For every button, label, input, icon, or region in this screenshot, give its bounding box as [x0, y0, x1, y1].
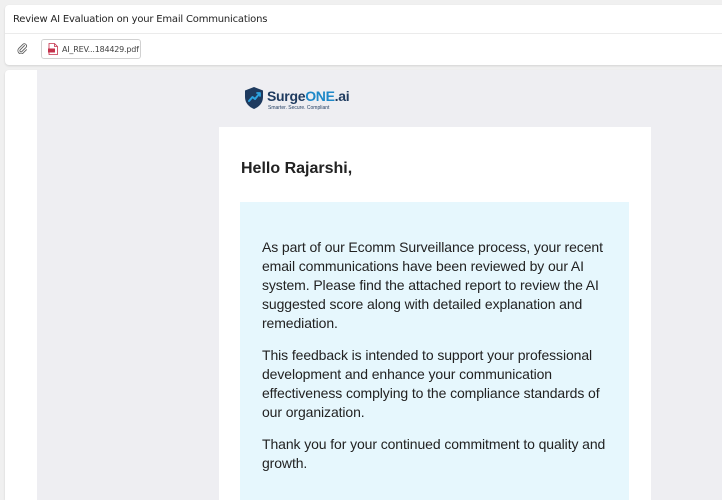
message-paragraph: This feedback is intended to support you…	[262, 347, 600, 420]
logo-text-surge: Surge	[267, 88, 306, 104]
greeting: Hello Rajarshi,	[241, 160, 353, 177]
attachment-chip[interactable]: AI_REV...184429.pdf	[41, 39, 141, 59]
email-subject: Review AI Evaluation on your Email Commu…	[13, 14, 268, 25]
message-box: As part of our Ecomm Surveillance proces…	[240, 202, 629, 500]
shield-logo-icon	[245, 87, 263, 109]
logo-text-one: ONE	[305, 88, 335, 104]
logo-tagline: Smarter. Secure. Compliant	[268, 105, 330, 111]
email-header: Review AI Evaluation on your Email Commu…	[5, 5, 722, 65]
pdf-file-icon	[48, 43, 58, 55]
message-panel: Hello Rajarshi, As part of our Ecomm Sur…	[219, 127, 651, 500]
logo-text-ai: .ai	[334, 88, 350, 104]
attachment-name: AI_REV...184429.pdf	[62, 44, 139, 54]
message-paragraph: Thank you for your continued commitment …	[262, 436, 606, 471]
header-divider	[5, 33, 722, 34]
paperclip-icon	[17, 43, 27, 54]
message-paragraph: As part of our Ecomm Surveillance proces…	[262, 239, 603, 331]
email-body: SurgeONE.ai Smarter. Secure. Compliant H…	[5, 70, 722, 500]
surgeone-logo: SurgeONE.ai Smarter. Secure. Compliant	[243, 86, 373, 114]
logo-wordmark: SurgeONE.ai	[267, 88, 350, 104]
